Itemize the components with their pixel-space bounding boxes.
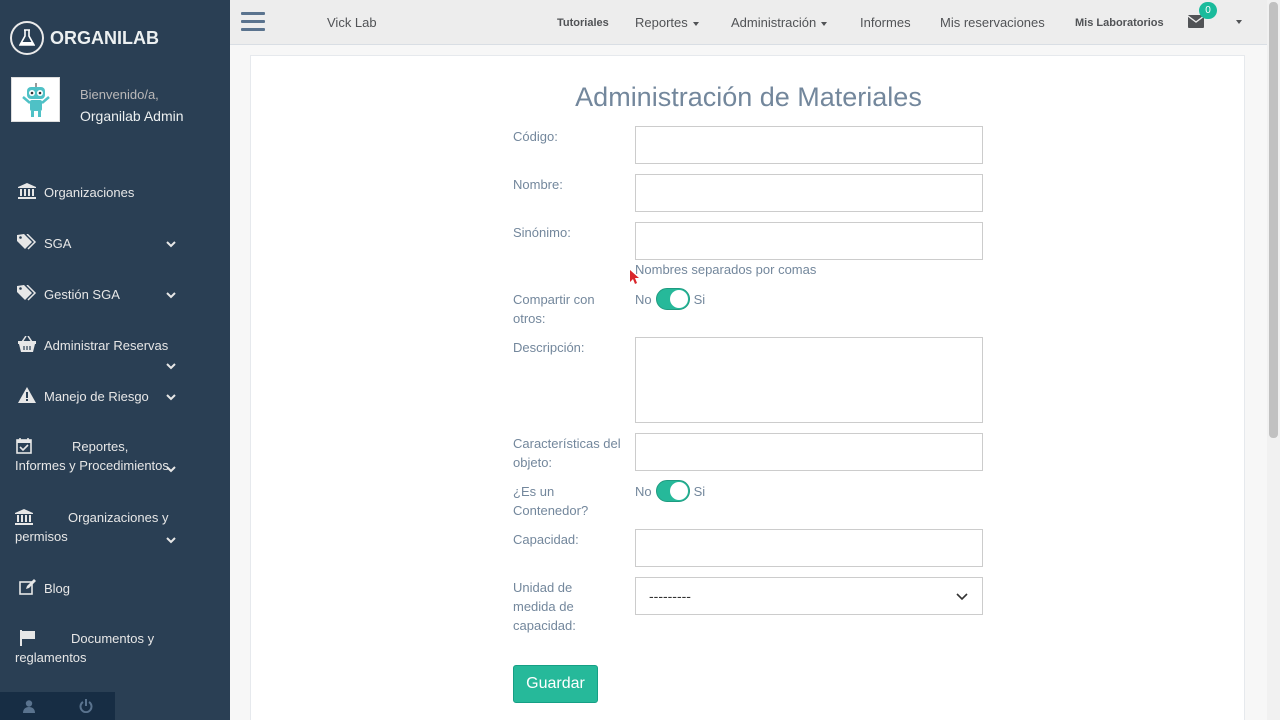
caracteristicas-label: Características del objeto:	[513, 436, 621, 470]
caret-down-icon	[692, 21, 699, 26]
capacidad-label: Capacidad:	[513, 532, 579, 547]
warning-icon	[17, 386, 37, 404]
contenedor-toggle[interactable]	[655, 480, 690, 502]
unidad-label: Unidad de medida de capacidad:	[513, 580, 576, 633]
caracteristicas-input[interactable]	[635, 433, 983, 471]
avatar	[11, 77, 60, 122]
edit-icon	[18, 578, 38, 596]
flask-icon	[10, 21, 44, 55]
switch-si-label: Si	[693, 483, 706, 499]
sidebar-item-organizaciones-permisos[interactable]: Organizaciones y permisos	[0, 508, 230, 548]
compartir-label: Compartir con otros:	[513, 292, 595, 326]
nav-label: Reportes	[635, 15, 688, 30]
caret-down-icon	[821, 21, 828, 26]
sidebar-item-gestion-sga[interactable]: Gestión SGA	[0, 284, 230, 304]
compartir-toggle-row: No Si	[635, 288, 705, 310]
sidebar-item-label: Organizaciones	[44, 185, 135, 200]
page-scrollbar[interactable]	[1267, 0, 1280, 720]
basket-icon	[17, 335, 37, 353]
nav-mis-reservaciones[interactable]: Mis reservaciones	[940, 15, 1045, 30]
switch-no-label: No	[635, 483, 652, 499]
mouse-cursor-icon	[630, 270, 639, 284]
sidebar-item-organizaciones[interactable]: Organizaciones	[0, 182, 230, 202]
materials-form-panel: Administración de Materiales Código: Nom…	[250, 55, 1245, 720]
brand-name: ORGANILAB	[50, 27, 159, 48]
chevron-down-icon	[166, 537, 176, 544]
compartir-toggle[interactable]	[655, 288, 690, 310]
save-button[interactable]: Guardar	[513, 665, 598, 703]
codigo-input[interactable]	[635, 126, 983, 164]
contenedor-toggle-row: No Si	[635, 480, 705, 502]
nav-informes[interactable]: Informes	[860, 15, 911, 30]
sidebar-item-label: Organizaciones y permisos	[15, 510, 169, 544]
tags-icon	[17, 233, 37, 251]
user-icon[interactable]	[0, 692, 58, 720]
unidad-select[interactable]: ---------	[635, 577, 983, 615]
tags-icon	[17, 284, 37, 302]
chevron-down-icon	[166, 292, 176, 299]
sinonimo-help-text: Nombres separados por comas	[635, 262, 817, 277]
sidebar-footer	[0, 692, 115, 720]
sidebar-item-reportes[interactable]: Reportes, Informes y Procedimientos	[0, 437, 230, 477]
sidebar-item-blog[interactable]: Blog	[0, 578, 230, 598]
chevron-down-icon	[166, 241, 176, 248]
nav-administracion[interactable]: Administración	[731, 15, 828, 30]
user-name: Organilab Admin	[80, 108, 184, 124]
sidebar-item-label: Blog	[44, 581, 71, 596]
nombre-input[interactable]	[635, 174, 983, 212]
nav-tutoriales[interactable]: Tutoriales	[557, 17, 609, 29]
switch-no-label: No	[635, 291, 652, 307]
nav-label: Administración	[731, 15, 817, 30]
brand[interactable]: ORGANILAB	[10, 20, 159, 56]
contenedor-label: ¿Es un Contenedor?	[513, 484, 589, 518]
sidebar-item-label: Manejo de Riesgo	[44, 389, 149, 404]
user-dropdown-caret-icon[interactable]	[1236, 20, 1242, 24]
nav-reportes[interactable]: Reportes	[635, 15, 699, 30]
sidebar-item-label: Documentos y reglamentos	[15, 631, 155, 665]
welcome-text: Bienvenido/a,	[80, 87, 159, 102]
sinonimo-label: Sinónimo:	[513, 225, 571, 240]
sidebar-item-label: Reportes, Informes y Procedimientos	[15, 439, 169, 473]
bank-icon	[17, 182, 37, 200]
page-title: Administración de Materiales	[575, 82, 922, 112]
descripcion-label: Descripción:	[513, 340, 585, 355]
descripcion-textarea[interactable]	[635, 337, 983, 423]
scrollbar-thumb[interactable]	[1269, 2, 1278, 438]
chevron-down-icon	[166, 394, 176, 401]
sidebar-item-administrar-reservas[interactable]: Administrar Reservas	[0, 335, 230, 373]
top-navbar: Vick Lab Tutoriales Reportes Administrac…	[230, 0, 1267, 45]
sidebar-item-label: SGA	[44, 236, 72, 251]
sidebar-item-label: Gestión SGA	[44, 287, 120, 302]
chevron-down-icon	[956, 593, 968, 601]
sidebar: ORGANILAB Bienvenido/a, Organilab Admin …	[0, 0, 230, 720]
unidad-selected-value: ---------	[649, 588, 691, 604]
capacidad-input[interactable]	[635, 529, 983, 567]
sinonimo-input[interactable]	[635, 222, 983, 260]
chevron-down-icon	[166, 466, 176, 473]
profile: Bienvenido/a, Organilab Admin	[11, 77, 184, 124]
nav-mis-laboratorios[interactable]: Mis Laboratorios	[1075, 17, 1164, 29]
menu-toggle-icon[interactable]	[241, 12, 265, 32]
power-icon[interactable]	[58, 692, 116, 720]
chevron-down-icon	[166, 363, 176, 370]
current-lab[interactable]: Vick Lab	[327, 15, 377, 30]
nombre-label: Nombre:	[513, 177, 563, 192]
sidebar-item-documentos[interactable]: Documentos y reglamentos	[0, 629, 230, 669]
codigo-label: Código:	[513, 129, 558, 144]
sidebar-item-manejo-riesgo[interactable]: Manejo de Riesgo	[0, 386, 230, 406]
notification-badge: 0	[1199, 2, 1217, 19]
switch-si-label: Si	[693, 291, 706, 307]
sidebar-item-sga[interactable]: SGA	[0, 233, 230, 253]
sidebar-item-label: Administrar Reservas	[44, 338, 169, 353]
